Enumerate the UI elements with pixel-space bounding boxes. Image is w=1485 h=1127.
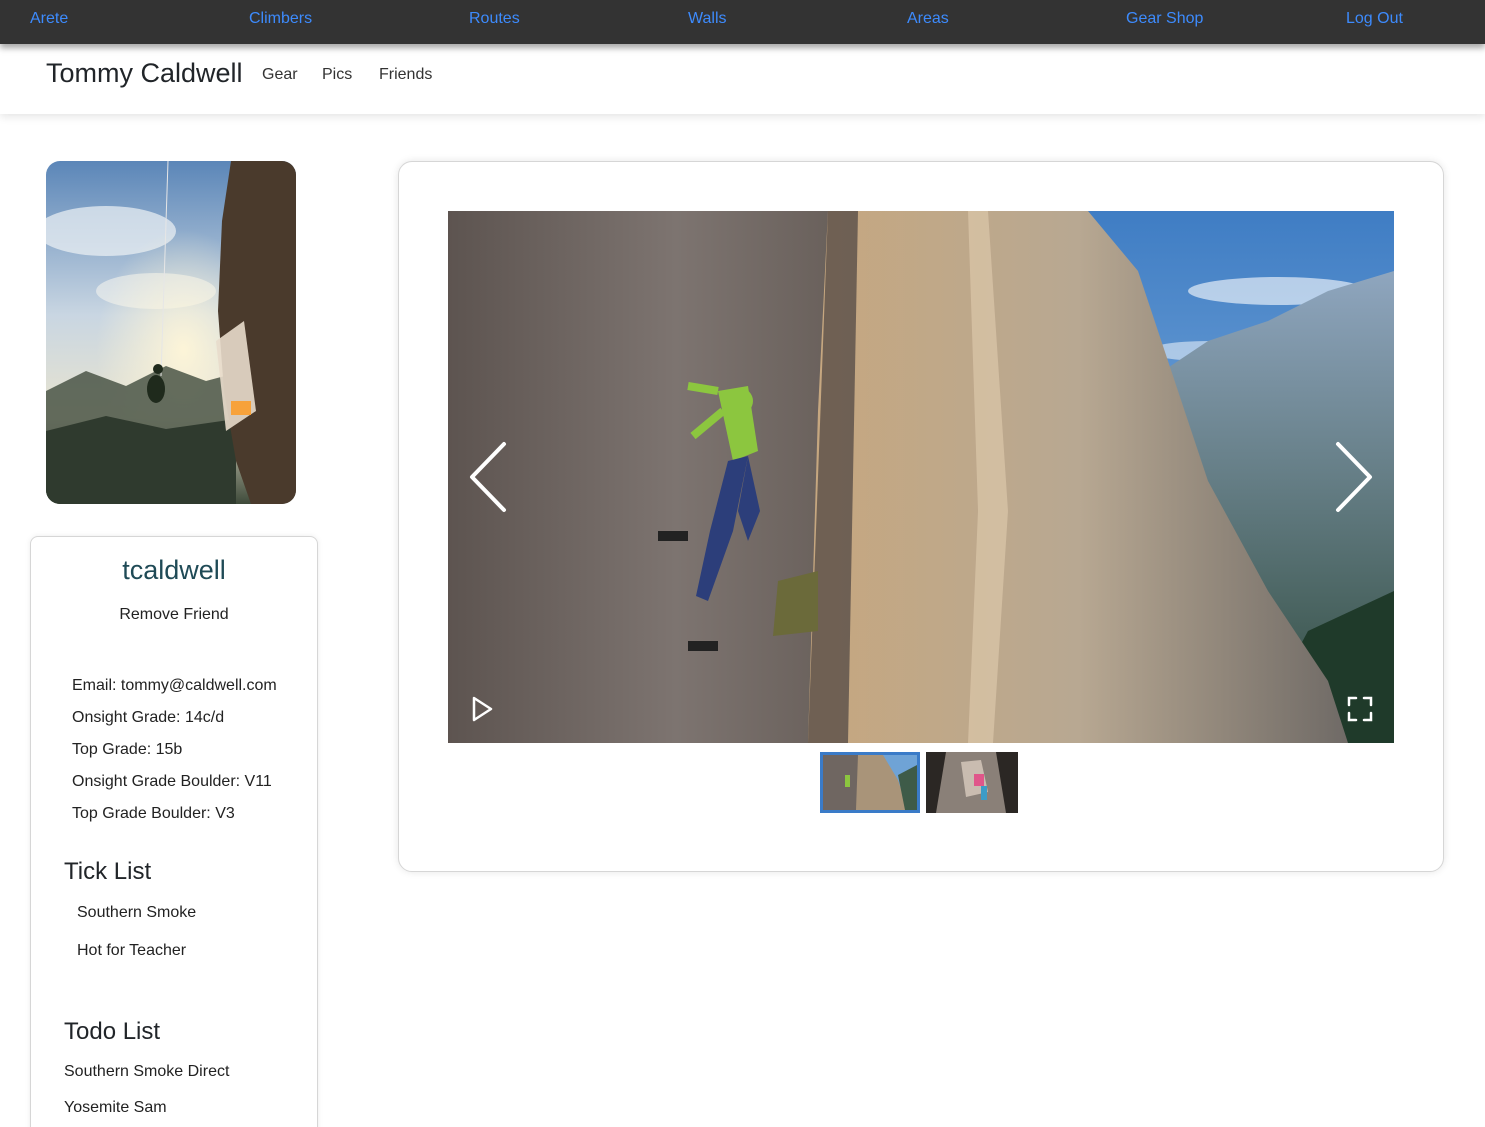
- tab-friends[interactable]: Friends: [379, 66, 432, 84]
- profile-info-card: tcaldwell Remove Friend Email: tommy@cal…: [30, 536, 318, 1127]
- play-icon[interactable]: [468, 695, 496, 723]
- fullscreen-icon[interactable]: [1346, 695, 1374, 723]
- chevron-left-icon[interactable]: [466, 440, 510, 514]
- nav-link-walls[interactable]: Walls: [688, 10, 727, 28]
- profile-name: Tommy Caldwell: [46, 58, 243, 88]
- nav-link-routes[interactable]: Routes: [469, 10, 520, 28]
- profile-subheader: Tommy Caldwell Gear Pics Friends: [0, 44, 1485, 114]
- gallery-thumbnail[interactable]: [926, 752, 1018, 813]
- todo-list-item[interactable]: Yosemite Sam: [64, 1099, 167, 1117]
- gallery-thumbnail[interactable]: [820, 752, 920, 813]
- nav-link-gear-shop[interactable]: Gear Shop: [1126, 10, 1203, 28]
- todo-list-item[interactable]: Southern Smoke Direct: [64, 1063, 229, 1081]
- stat-email: Email: tommy@caldwell.com: [72, 677, 277, 694]
- tick-list-item[interactable]: Hot for Teacher: [77, 942, 186, 960]
- nav-link-log-out[interactable]: Log Out: [1346, 10, 1403, 28]
- username: tcaldwell: [122, 555, 226, 585]
- stat-onsight-grade: Onsight Grade: 14c/d: [72, 709, 225, 726]
- tick-list-title: Tick List: [64, 858, 152, 885]
- tick-list-item[interactable]: Southern Smoke: [77, 904, 196, 922]
- nav-link-climbers[interactable]: Climbers: [249, 10, 312, 28]
- top-navbar: Arete Climbers Routes Walls Areas Gear S…: [0, 0, 1485, 44]
- tab-gear[interactable]: Gear: [262, 66, 298, 84]
- remove-friend-button[interactable]: Remove Friend: [31, 606, 317, 624]
- stat-top-grade: Top Grade: 15b: [72, 741, 183, 758]
- stat-top-grade-boulder: Top Grade Boulder: V3: [72, 805, 235, 822]
- todo-list-title: Todo List: [64, 1018, 161, 1045]
- profile-photo: [46, 161, 296, 504]
- stat-onsight-grade-boulder: Onsight Grade Boulder: V11: [72, 773, 272, 790]
- nav-link-arete[interactable]: Arete: [30, 10, 68, 28]
- tab-pics[interactable]: Pics: [322, 66, 352, 84]
- chevron-right-icon[interactable]: [1332, 440, 1376, 514]
- gallery-main-image[interactable]: [448, 211, 1394, 743]
- nav-link-areas[interactable]: Areas: [907, 10, 949, 28]
